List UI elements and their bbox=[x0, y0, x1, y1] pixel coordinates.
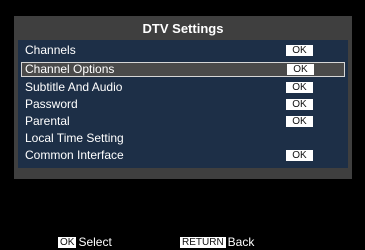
dtv-settings-panel: DTV Settings Channels OK Channel Options… bbox=[14, 16, 352, 179]
settings-list: Channels OK Channel Options OK Subtitle … bbox=[18, 40, 348, 168]
menu-item-label: Common Interface bbox=[25, 148, 124, 162]
ok-badge: OK bbox=[286, 150, 313, 161]
menu-item-parental[interactable]: Parental OK bbox=[21, 114, 345, 129]
menu-item-label: Password bbox=[25, 97, 78, 111]
menu-item-password[interactable]: Password OK bbox=[21, 97, 345, 112]
menu-item-local-time-setting[interactable]: Local Time Setting bbox=[21, 131, 345, 146]
back-hint[interactable]: RETURN Back bbox=[180, 235, 254, 249]
menu-item-label: Local Time Setting bbox=[25, 131, 124, 145]
menu-item-subtitle-and-audio[interactable]: Subtitle And Audio OK bbox=[21, 80, 345, 95]
ok-badge: OK bbox=[286, 99, 313, 110]
select-hint[interactable]: OK Select bbox=[58, 235, 112, 249]
ok-badge: OK bbox=[286, 82, 313, 93]
return-key-badge: RETURN bbox=[180, 236, 226, 248]
menu-item-common-interface[interactable]: Common Interface OK bbox=[21, 148, 345, 163]
menu-item-channel-options[interactable]: Channel Options OK bbox=[21, 62, 345, 77]
ok-key-badge: OK bbox=[58, 236, 77, 248]
menu-item-label: Parental bbox=[25, 114, 70, 128]
menu-item-channels[interactable]: Channels OK bbox=[21, 43, 345, 58]
ok-badge: OK bbox=[286, 45, 313, 56]
select-hint-label: Select bbox=[78, 235, 112, 249]
ok-badge: OK bbox=[286, 116, 313, 127]
back-hint-label: Back bbox=[227, 235, 255, 249]
menu-item-label: Channels bbox=[25, 43, 76, 57]
menu-item-label: Channel Options bbox=[25, 62, 115, 76]
ok-badge: OK bbox=[287, 64, 314, 75]
menu-item-label: Subtitle And Audio bbox=[25, 80, 123, 94]
menu-title: DTV Settings bbox=[142, 21, 224, 36]
